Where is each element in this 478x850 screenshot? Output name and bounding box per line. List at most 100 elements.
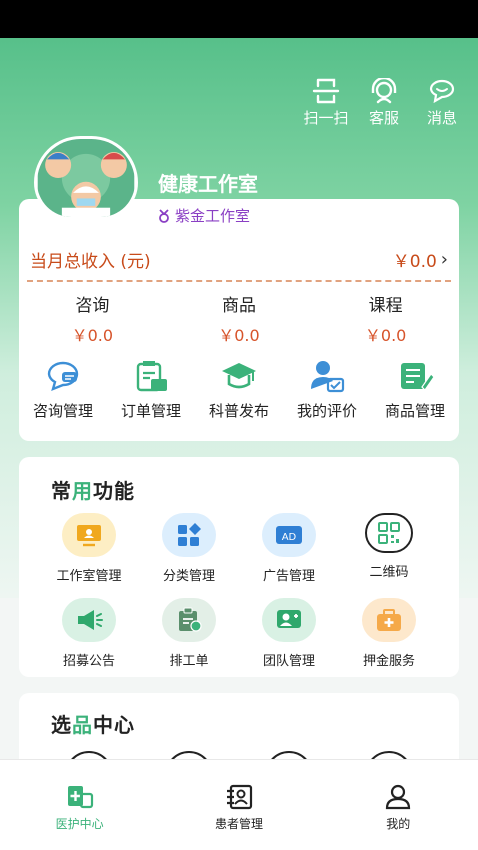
medical-kit-icon [377, 609, 401, 631]
title-part: 中心 [93, 713, 135, 737]
qr-code-button[interactable]: 二维码 [339, 513, 439, 584]
mgmt-label: 商品管理 [384, 402, 445, 420]
mgmt-label: 咨询管理 [32, 402, 93, 420]
avatar[interactable] [34, 136, 138, 220]
order-icon [136, 361, 167, 392]
func-label: 押金服务 [362, 654, 415, 669]
deposit-service-button[interactable]: 押金服务 [339, 598, 439, 669]
monitor-icon [77, 525, 101, 547]
level-text: 紫金工作室 [175, 207, 251, 225]
func-label: 工作室管理 [56, 569, 122, 584]
stat-name: 咨询 [75, 296, 110, 316]
megaphone-icon [78, 610, 103, 630]
tab-label: 我的 [386, 817, 411, 831]
ad-icon: AD [276, 526, 302, 544]
title-part: 选 [51, 713, 72, 737]
product-icon [401, 363, 434, 391]
avatar-image [37, 139, 135, 217]
income-card: 紫金工作室 当月总收入 (元) ￥0.0 › 咨询 ￥0.0 商品 ￥0.0 课… [19, 199, 459, 441]
messages-button[interactable]: 消息 [420, 78, 464, 128]
selection-center-title: 选品中心 [51, 709, 135, 738]
schedule-icon [179, 607, 202, 632]
medal-icon [159, 208, 169, 223]
function-grid: 工作室管理 分类管理 AD 广告管理 二维码 招募公告 排工单 团队管理 押金服… [39, 513, 439, 669]
bottom-tab-bar: 医护中心 患者管理 我的 [0, 759, 478, 850]
level-badge: 紫金工作室 [157, 205, 250, 226]
func-label: 团队管理 [262, 654, 315, 669]
revenue-stats: 咨询 ￥0.0 商品 ￥0.0 课程 ￥0.0 [19, 291, 459, 346]
chevron-right-icon: › [440, 249, 448, 270]
status-bar [0, 0, 478, 38]
messages-label: 消息 [426, 109, 457, 127]
func-icon-wrap [162, 598, 216, 642]
func-label: 招募公告 [62, 654, 115, 669]
stat-goods[interactable]: 商品 ￥0.0 [184, 291, 294, 346]
scan-label: 扫一扫 [303, 109, 349, 127]
stat-consult[interactable]: 咨询 ￥0.0 [37, 291, 147, 346]
my-reviews-button[interactable]: 我的评价 [283, 359, 371, 421]
title-highlight: 品 [72, 713, 93, 737]
common-functions-card: 常用功能 工作室管理 分类管理 AD 广告管理 二维码 招募公告 排工单 团队管… [19, 457, 459, 677]
customer-service-label: 客服 [368, 109, 399, 127]
title-part: 功能 [93, 479, 135, 503]
studio-name: 健康工作室 [158, 172, 258, 196]
product-management-button[interactable]: 商品管理 [371, 359, 459, 421]
income-value: ￥0.0 [392, 252, 437, 272]
func-icon-wrap [362, 598, 416, 642]
func-icon-wrap: AD [262, 513, 316, 557]
func-icon-wrap [365, 513, 413, 553]
chat-bubble-icon [47, 361, 79, 392]
category-icon [178, 523, 201, 546]
patient-icon [226, 784, 253, 810]
headset-icon [371, 78, 397, 104]
studio-management-button[interactable]: 工作室管理 [39, 513, 139, 584]
title-highlight: 用 [72, 479, 93, 503]
func-icon-wrap [62, 598, 116, 642]
tab-mine[interactable]: 我的 [338, 784, 458, 850]
recruit-notice-button[interactable]: 招募公告 [39, 598, 139, 669]
stat-value: ￥0.0 [364, 326, 407, 345]
tab-label: 患者管理 [214, 817, 263, 831]
dashed-divider [27, 280, 451, 282]
customer-service-button[interactable]: 客服 [362, 78, 406, 128]
scan-button[interactable]: 扫一扫 [303, 78, 349, 128]
category-management-button[interactable]: 分类管理 [139, 513, 239, 584]
income-value-wrap: ￥0.0 › [393, 247, 448, 272]
func-label: 分类管理 [162, 569, 215, 584]
science-publish-button[interactable]: 科普发布 [195, 359, 283, 421]
func-icon-wrap [262, 598, 316, 642]
income-label: 当月总收入 (元) [30, 252, 151, 272]
user-icon [386, 784, 411, 810]
func-label: 广告管理 [262, 569, 315, 584]
scan-icon [312, 78, 340, 104]
monthly-income-row[interactable]: 当月总收入 (元) ￥0.0 › [30, 247, 448, 272]
team-management-button[interactable]: 团队管理 [239, 598, 339, 669]
management-shortcuts: 咨询管理 订单管理 科普发布 我的评价 商品管理 [19, 359, 459, 421]
mgmt-label: 我的评价 [296, 402, 357, 420]
mgmt-label: 订单管理 [120, 402, 181, 420]
top-actions: 扫一扫 客服 消息 [304, 78, 464, 128]
mgmt-label: 科普发布 [208, 402, 269, 420]
func-label: 二维码 [369, 565, 409, 580]
review-icon [311, 361, 345, 393]
svg-text:AD: AD [282, 532, 297, 543]
medical-center-icon [67, 786, 93, 809]
tab-label: 医护中心 [55, 817, 104, 831]
stat-name: 课程 [368, 296, 403, 316]
stat-value: ￥0.0 [218, 326, 260, 345]
title-part: 常 [51, 479, 72, 503]
stat-value: ￥0.0 [71, 326, 114, 345]
tab-patient-management[interactable]: 患者管理 [179, 784, 299, 850]
common-functions-title: 常用功能 [51, 475, 135, 504]
ad-management-button[interactable]: AD 广告管理 [239, 513, 339, 584]
team-icon [277, 610, 301, 628]
stat-name: 商品 [221, 296, 256, 316]
work-order-button[interactable]: 排工单 [139, 598, 239, 669]
stat-course[interactable]: 课程 ￥0.0 [331, 291, 441, 346]
tab-medical-center[interactable]: 医护中心 [20, 784, 140, 850]
consult-management-button[interactable]: 咨询管理 [19, 359, 107, 421]
func-label: 排工单 [169, 654, 209, 669]
func-icon-wrap [62, 513, 116, 557]
qr-code-icon [378, 522, 400, 544]
order-management-button[interactable]: 订单管理 [107, 359, 195, 421]
